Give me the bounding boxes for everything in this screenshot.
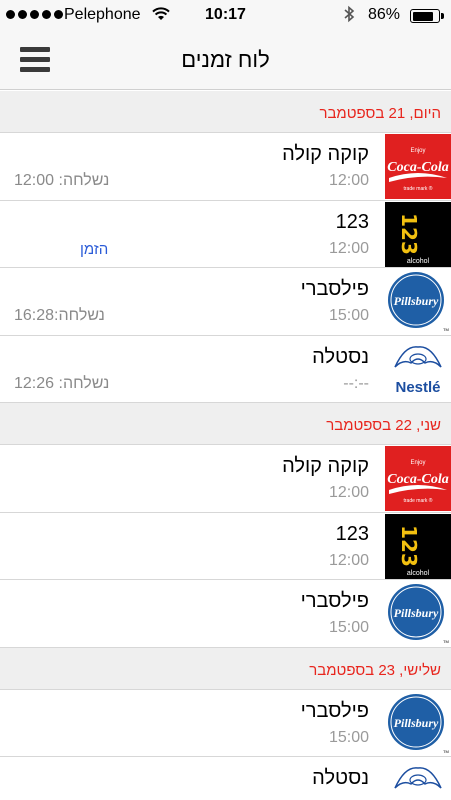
123-alcohol-logo: 123 alcohol	[385, 201, 451, 267]
supplier-name: קוקה קולה	[282, 455, 369, 477]
date-section-header: היום, 21 בספטמבר	[0, 91, 451, 133]
pillsbury-logo: Pillsbury TM	[385, 690, 451, 756]
section-date-label: היום, 21 בספטמבר	[319, 105, 441, 122]
section-date-label: שלישי, 23 בספטמבר	[309, 661, 441, 679]
sent-status: נשלחה:16:28	[14, 307, 105, 324]
logo-text-sub: alcohol	[407, 258, 430, 265]
logo-text-tm: TM	[443, 327, 449, 332]
logo-text-tm: TM	[443, 639, 449, 644]
delivery-time: 12:00	[328, 484, 369, 501]
supplier-row-pillsbury[interactable]: Pillsbury TM פילסברי 15:00	[0, 580, 451, 648]
logo-text-top: Enjoy	[410, 148, 425, 154]
supplier-row-coke[interactable]: Enjoy Coca-Cola trade mark ® קוקה קולה 12:00	[0, 445, 451, 513]
delivery-time: 12:00	[328, 172, 369, 189]
supplier-name: פילסברי	[300, 590, 369, 612]
battery-percentage: 86%	[368, 6, 401, 23]
logo-text-bottom: trade mark ®	[404, 185, 433, 192]
supplier-name: נסטלה	[312, 767, 369, 789]
supplier-row-123[interactable]: 123 alcohol 123 12:00 הזמן	[0, 200, 451, 268]
logo-text-top: Enjoy	[410, 460, 425, 466]
coca-cola-logo: Enjoy Coca-Cola trade mark ®	[385, 134, 451, 199]
123-alcohol-logo: 123 alcohol	[385, 513, 451, 579]
delivery-time: 15:00	[328, 728, 369, 746]
logo-text-main: Pillsbury	[394, 716, 439, 730]
pillsbury-logo: Pillsbury TM	[385, 269, 451, 334]
navigation-bar: לוח זמנים	[0, 30, 451, 90]
date-section-header: שני, 22 בספטמבר	[0, 403, 451, 445]
logo-text-sub: alcohol	[407, 570, 430, 577]
nestle-logo: Nestlé	[385, 758, 451, 800]
delivery-time: 12:00	[328, 239, 369, 257]
date-section-header: שלישי, 23 בספטמבר	[0, 647, 451, 690]
supplier-name: 123	[335, 210, 369, 233]
delivery-time: 12:00	[328, 551, 369, 569]
sent-status: נשלחה: 12:26	[14, 374, 110, 392]
delivery-time: 15:00	[328, 619, 369, 636]
supplier-name: פילסברי	[300, 278, 369, 300]
supplier-row-nestle[interactable]: Nestlé נסטלה --:-- נשלחה: 12:26	[0, 335, 451, 403]
pillsbury-logo: Pillsbury TM	[385, 581, 451, 646]
logo-text-main: 123	[397, 213, 421, 255]
supplier-name: קוקה קולה	[282, 143, 369, 165]
delivery-time: 15:00	[328, 307, 369, 324]
supplier-row-coke[interactable]: Enjoy Coca-Cola trade mark ® קוקה קולה 12:00…	[0, 133, 451, 201]
order-link[interactable]: הזמן	[80, 241, 108, 258]
supplier-name: פילסברי	[300, 699, 369, 722]
supplier-row-nestle[interactable]: Nestlé נסטלה	[0, 757, 451, 800]
supplier-name: נסטלה	[312, 345, 369, 368]
logo-text-main: 123	[397, 525, 421, 567]
supplier-row-pillsbury[interactable]: Pillsbury TM פילסברי 15:00	[0, 689, 451, 757]
logo-text-main: Coca-Cola	[387, 160, 448, 175]
status-bar: Pelephone 10:17 86%	[0, 0, 451, 30]
logo-text-main: Pillsbury	[394, 294, 439, 308]
nestle-logo: Nestlé	[385, 336, 451, 402]
bluetooth-icon	[343, 5, 355, 28]
delivery-time: --:--	[343, 374, 369, 392]
coca-cola-logo: Enjoy Coca-Cola trade mark ®	[385, 446, 451, 511]
battery-icon	[410, 9, 444, 23]
sent-status: נשלחה: 12:00	[14, 172, 110, 189]
logo-text-tm: TM	[443, 749, 449, 754]
section-date-label: שני, 22 בספטמבר	[326, 417, 441, 434]
page-title: לוח זמנים	[181, 47, 270, 72]
supplier-name: 123	[335, 522, 369, 545]
logo-text-bottom: trade mark ®	[404, 497, 433, 504]
logo-text-main: Coca-Cola	[387, 472, 448, 487]
logo-text-main: Nestlé	[395, 379, 440, 396]
logo-text-main: Pillsbury	[394, 606, 439, 620]
schedule-list[interactable]: היום, 21 בספטמבר Enjoy Coca-Cola trade mark…	[0, 91, 451, 800]
supplier-row-123[interactable]: 123 alcohol 123 12:00	[0, 512, 451, 580]
supplier-row-pillsbury[interactable]: Pillsbury TM פילסברי 15:00 נשלחה:16:28	[0, 268, 451, 336]
